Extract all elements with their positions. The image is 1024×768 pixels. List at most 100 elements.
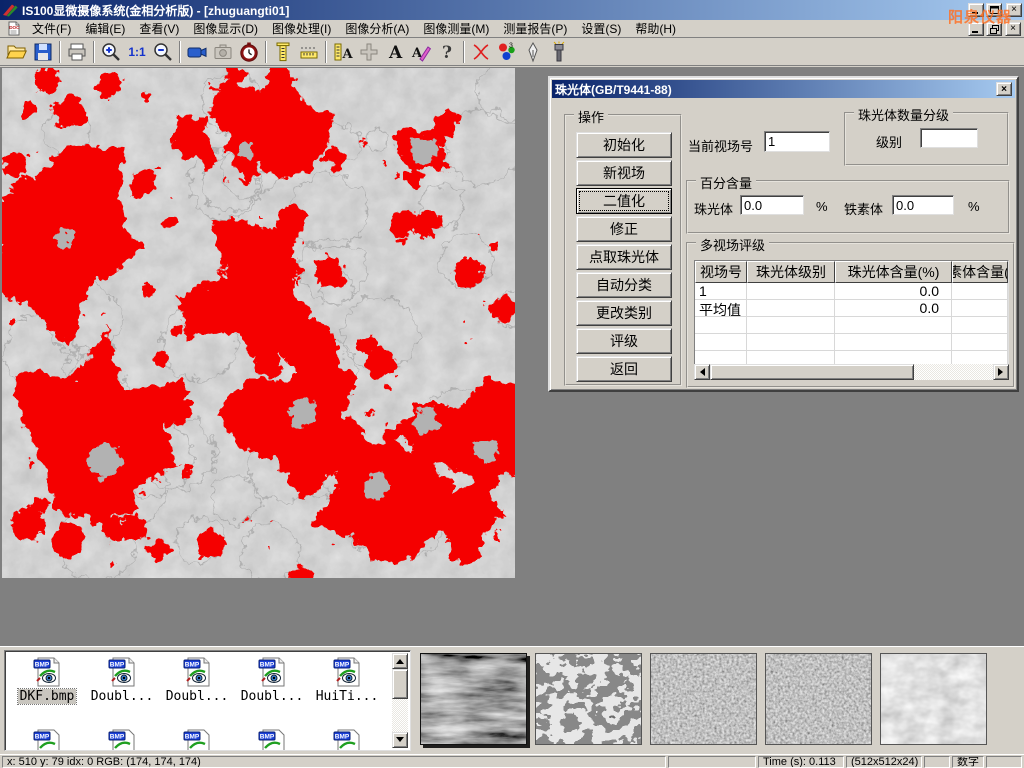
pearlite-percent-input[interactable] [740,195,804,215]
svg-text:BMP: BMP [335,734,350,741]
child-restore-button[interactable] [986,22,1002,36]
menu-image-display[interactable]: 图像显示(D) [186,19,265,38]
actual-size-button[interactable]: 1:1 [124,39,150,64]
return-button[interactable]: 返回 [576,356,672,382]
maximize-button[interactable] [986,3,1002,17]
file-item[interactable]: BMP Doubl... [161,657,233,704]
current-field-input[interactable] [764,131,830,152]
open-button[interactable] [4,39,30,64]
print-button[interactable] [64,39,90,64]
timer-button[interactable] [236,39,262,64]
horizontal-measure-button[interactable] [296,39,322,64]
multi-field-legend: 多视场评级 [696,235,769,254]
file-item[interactable]: BMP Doubl... [86,657,158,704]
text-tool-button[interactable]: A [382,39,408,64]
child-minimize-button[interactable] [968,22,984,36]
document-icon[interactable]: DOC [6,21,21,36]
pen-tool-button[interactable] [520,39,546,64]
thumbnail-5[interactable] [880,653,987,745]
file-name[interactable]: HuiTi... [314,689,381,704]
scroll-up-button[interactable] [392,653,408,669]
scroll-right-button[interactable] [993,364,1009,380]
col-pearlite-grade[interactable]: 珠光体级别 [747,261,835,283]
file-item[interactable]: BMP HuiTi... [311,657,383,704]
menu-image-measure[interactable]: 图像测量(M) [416,19,496,38]
change-class-button[interactable]: 更改类别 [576,300,672,326]
file-item[interactable]: BMP [86,729,158,751]
annotate-tool-button[interactable]: A [408,39,434,64]
bmp-file-icon: BMP [106,729,138,751]
menu-image-analysis[interactable]: 图像分析(A) [338,19,416,38]
move-tool-button[interactable] [356,39,382,64]
thumbnail-4[interactable] [765,653,872,745]
menu-edit[interactable]: 编辑(E) [78,19,132,38]
scrollbar-track[interactable] [710,364,993,380]
child-close-button[interactable]: × [1005,22,1021,36]
classify-tool-button[interactable]: 3 [494,39,520,64]
table-row[interactable]: 1 0.0 [695,283,1008,300]
table-horizontal-scrollbar[interactable] [694,364,1009,380]
workspace: 珠光体(GB/T9441-88) × 操作 初始化 新视场 二值化 修正 点取珠… [0,67,1024,646]
menu-help[interactable]: 帮助(H) [628,19,683,38]
file-item[interactable]: BMP Doubl... [236,657,308,704]
thumbnail-2[interactable] [535,653,642,745]
cell [952,300,1008,316]
auto-classify-button[interactable]: 自动分类 [576,272,672,298]
zoom-in-button[interactable] [98,39,124,64]
file-name[interactable]: Doubl... [164,689,231,704]
measure-label-button[interactable]: A [330,39,356,64]
menu-file[interactable]: 文件(F) [25,19,78,38]
snapshot-button[interactable] [210,39,236,64]
file-name[interactable]: DKF.bmp [18,689,77,704]
minimize-button[interactable] [968,3,984,17]
grade-button[interactable]: 评级 [576,328,672,354]
dialog-titlebar[interactable]: 珠光体(GB/T9441-88) × [552,80,1015,98]
svg-text:BMP: BMP [335,662,350,669]
col-field-number[interactable]: 视场号 [695,261,747,283]
file-item[interactable]: BMP [236,729,308,751]
grade-input[interactable] [920,128,978,148]
dialog-close-button[interactable]: × [996,82,1012,96]
menu-settings[interactable]: 设置(S) [574,19,628,38]
scroll-left-button[interactable] [694,364,710,380]
close-button[interactable]: × [1006,3,1022,17]
curve-tool-button[interactable] [468,39,494,64]
scrollbar-thumb[interactable] [710,364,914,380]
flashlight-tool-button[interactable] [546,39,572,64]
help-button[interactable]: ? [434,39,460,64]
file-item[interactable]: BMP [311,729,383,751]
vertical-ruler-icon [272,41,294,63]
status-coordinates: x: 510 y: 79 idx: 0 RGB: (174, 174, 174) [2,756,666,768]
bmp-file-icon: BMP [331,729,363,751]
correct-button[interactable]: 修正 [576,216,672,242]
file-item[interactable]: BMP [161,729,233,751]
scrollbar-thumb[interactable] [392,669,408,699]
video-capture-button[interactable] [184,39,210,64]
zoom-out-button[interactable] [150,39,176,64]
menu-image-processing[interactable]: 图像处理(I) [265,19,338,38]
col-ferrite-content[interactable]: 铁素体含量(%) [952,261,1008,283]
thumbnail-1[interactable] [420,653,527,745]
status-empty-2 [924,756,950,768]
menu-measure-report[interactable]: 测量报告(P) [496,19,574,38]
bmp-file-icon: BMP [106,657,138,687]
file-list-scrollbar[interactable] [392,653,408,748]
binarize-button[interactable]: 二值化 [576,188,672,214]
initialize-button[interactable]: 初始化 [576,132,672,158]
scroll-down-button[interactable] [392,732,408,748]
file-name[interactable]: Doubl... [89,689,156,704]
file-item[interactable]: BMP DKF.bmp [11,657,83,704]
col-pearlite-content[interactable]: 珠光体含量(%) [835,261,952,283]
ferrite-percent-input[interactable] [892,195,954,215]
dialog-title: 珠光体(GB/T9441-88) [555,81,996,98]
menu-view[interactable]: 查看(V) [132,19,186,38]
file-item[interactable]: BMP [11,729,83,751]
thumbnail-3[interactable] [650,653,757,745]
pick-pearlite-button[interactable]: 点取珠光体 [576,244,672,270]
new-field-button[interactable]: 新视场 [576,160,672,186]
save-button[interactable] [30,39,56,64]
metallographic-image[interactable] [2,68,515,578]
table-row[interactable]: 平均值 0.0 [695,300,1008,317]
vertical-measure-button[interactable] [270,39,296,64]
file-name[interactable]: Doubl... [239,689,306,704]
